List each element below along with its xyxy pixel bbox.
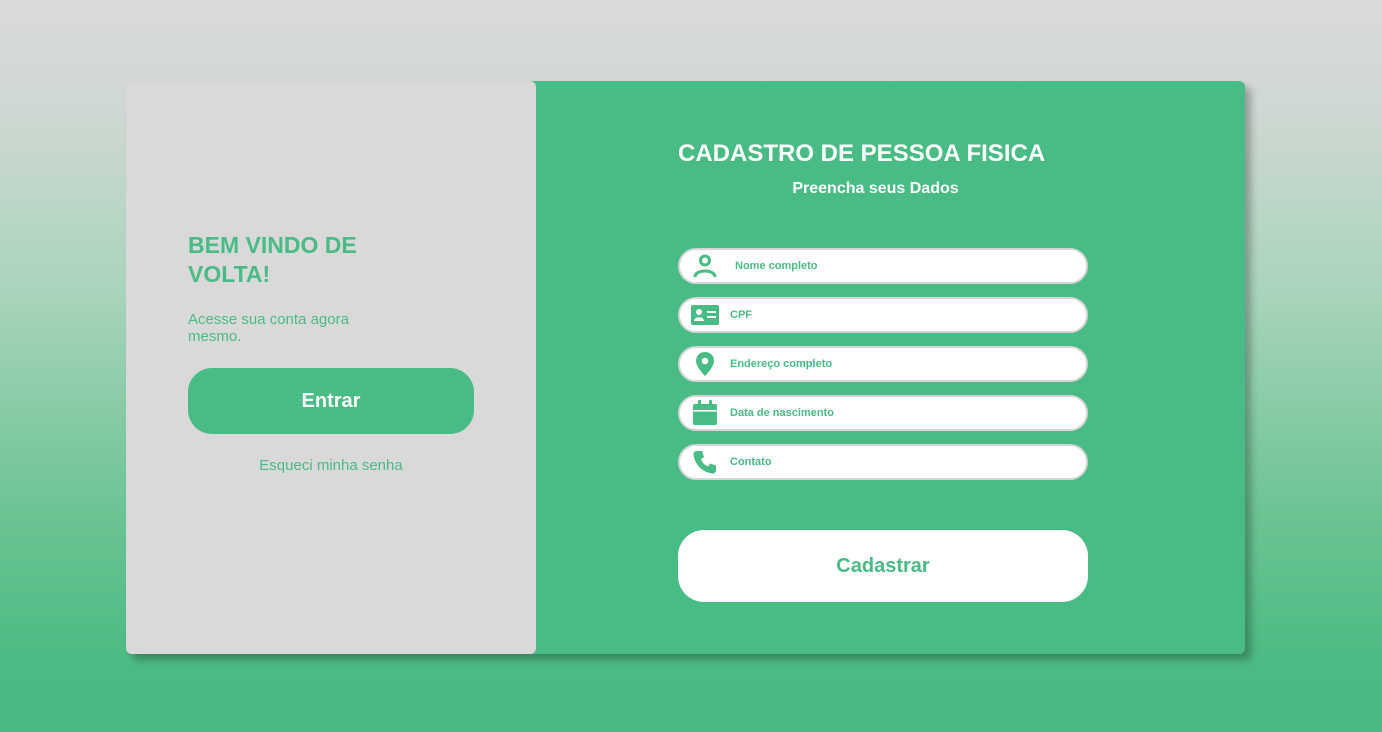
- cpf-placeholder: CPF: [730, 309, 752, 321]
- address-field[interactable]: Endereço completo: [678, 346, 1088, 382]
- contact-placeholder: Contato: [730, 456, 772, 468]
- location-pin-icon: [690, 351, 720, 377]
- register-subtitle: Preencha seus Dados: [792, 180, 959, 197]
- full-name-placeholder: Nome completo: [735, 260, 818, 272]
- login-button[interactable]: Entrar: [188, 368, 474, 434]
- phone-icon: [690, 449, 720, 475]
- register-title: CADASTRO DE PESSOA FISICA: [678, 140, 1046, 167]
- birth-date-field[interactable]: Data de nascimento: [678, 395, 1088, 431]
- login-panel: BEM VINDO DE VOLTA! Acesse sua conta ago…: [126, 81, 536, 654]
- register-panel: CADASTRO DE PESSOA FISICA Preencha seus …: [510, 81, 1245, 654]
- contact-field[interactable]: Contato: [678, 444, 1088, 480]
- welcome-title: BEM VINDO DE VOLTA!: [188, 232, 357, 287]
- full-name-field[interactable]: Nome completo: [678, 248, 1088, 284]
- birth-date-placeholder: Data de nascimento: [730, 407, 834, 419]
- cpf-field[interactable]: CPF: [678, 297, 1088, 333]
- address-placeholder: Endereço completo: [730, 358, 833, 370]
- register-button[interactable]: Cadastrar: [678, 530, 1088, 602]
- welcome-subtitle: Acesse sua conta agora mesmo.: [188, 311, 349, 345]
- id-card-icon: [690, 302, 720, 328]
- user-icon: [690, 253, 720, 279]
- calendar-icon: [690, 400, 720, 426]
- forgot-password-link[interactable]: Esqueci minha senha: [188, 457, 474, 474]
